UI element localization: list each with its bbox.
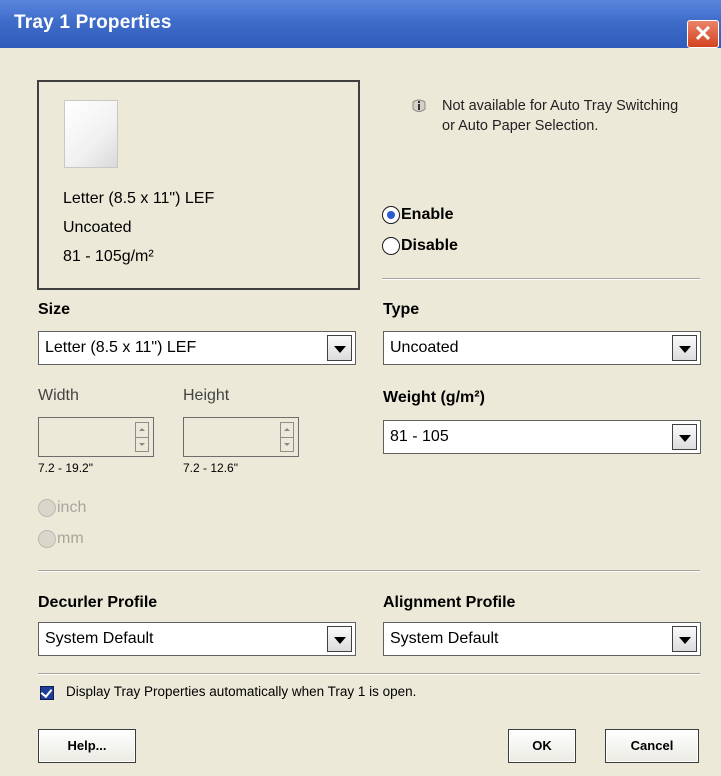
spin-down-icon[interactable]	[136, 438, 148, 452]
decurler-value: System Default	[45, 630, 154, 647]
tray-preview-panel: Letter (8.5 x 11") LEF Uncoated 81 - 105…	[37, 80, 360, 290]
spin-up-icon[interactable]	[136, 423, 148, 438]
alignment-label: Alignment Profile	[383, 594, 516, 611]
preview-size-text: Letter (8.5 x 11") LEF	[63, 190, 215, 207]
height-stepper[interactable]	[183, 417, 299, 457]
width-label: Width	[38, 387, 79, 404]
chevron-down-icon[interactable]	[327, 626, 352, 652]
chevron-down-icon[interactable]	[672, 626, 697, 652]
width-range: 7.2 - 19.2"	[38, 461, 93, 475]
alignment-value: System Default	[390, 630, 499, 647]
divider	[382, 278, 700, 280]
height-label: Height	[183, 387, 230, 404]
type-dropdown[interactable]: Uncoated	[383, 331, 701, 365]
preview-type-text: Uncoated	[63, 219, 132, 236]
auto-display-checkbox[interactable]	[40, 686, 54, 700]
unit-mm-label: mm	[57, 530, 84, 547]
unit-mm-radio[interactable]: mm	[38, 530, 84, 548]
weight-dropdown[interactable]: 81 - 105	[383, 420, 701, 454]
type-value: Uncoated	[390, 339, 459, 356]
height-spin-buttons[interactable]	[280, 422, 294, 452]
disable-radio[interactable]: Disable	[382, 237, 458, 255]
info-text: Not available for Auto Tray Switching or…	[442, 98, 679, 134]
weight-value: 81 - 105	[390, 428, 449, 445]
unit-inch-radio[interactable]: inch	[38, 499, 86, 517]
spin-down-icon[interactable]	[281, 438, 293, 452]
preview-weight-text: 81 - 105g/m²	[63, 248, 154, 265]
size-dropdown[interactable]: Letter (8.5 x 11") LEF	[38, 331, 356, 365]
decurler-label: Decurler Profile	[38, 594, 158, 611]
size-value: Letter (8.5 x 11") LEF	[45, 339, 197, 356]
ok-button[interactable]: OK	[508, 729, 576, 763]
chevron-down-icon[interactable]	[672, 424, 697, 450]
window-title: Tray 1 Properties	[14, 12, 172, 33]
weight-label: Weight (g/m²)	[383, 389, 485, 406]
help-button[interactable]: Help...	[38, 729, 136, 763]
spin-up-icon[interactable]	[281, 423, 293, 438]
divider	[38, 673, 700, 675]
paper-sheet-icon	[64, 100, 118, 168]
type-label: Type	[383, 301, 420, 318]
chevron-down-icon[interactable]	[672, 335, 697, 361]
divider	[38, 570, 700, 572]
close-icon: ✕	[693, 21, 713, 46]
disable-label: Disable	[401, 237, 458, 254]
disable-radio-button[interactable]	[382, 237, 400, 255]
close-button[interactable]: ✕	[687, 20, 719, 48]
chevron-down-icon[interactable]	[327, 335, 352, 361]
unit-mm-radio-button[interactable]	[38, 530, 56, 548]
alignment-dropdown[interactable]: System Default	[383, 622, 701, 656]
width-spin-buttons[interactable]	[135, 422, 149, 452]
cancel-button[interactable]: Cancel	[605, 729, 699, 763]
title-bar: Tray 1 Properties ✕	[0, 0, 721, 48]
enable-radio-button[interactable]	[382, 206, 400, 224]
unit-inch-radio-button[interactable]	[38, 499, 56, 517]
width-stepper[interactable]	[38, 417, 154, 457]
info-icon	[412, 99, 426, 112]
enable-radio[interactable]: Enable	[382, 206, 453, 224]
decurler-dropdown[interactable]: System Default	[38, 622, 356, 656]
unit-inch-label: inch	[57, 499, 87, 516]
auto-display-label: Display Tray Properties automatically wh…	[66, 684, 417, 699]
size-label: Size	[38, 301, 71, 318]
height-range: 7.2 - 12.6"	[183, 461, 238, 475]
enable-label: Enable	[401, 206, 454, 223]
